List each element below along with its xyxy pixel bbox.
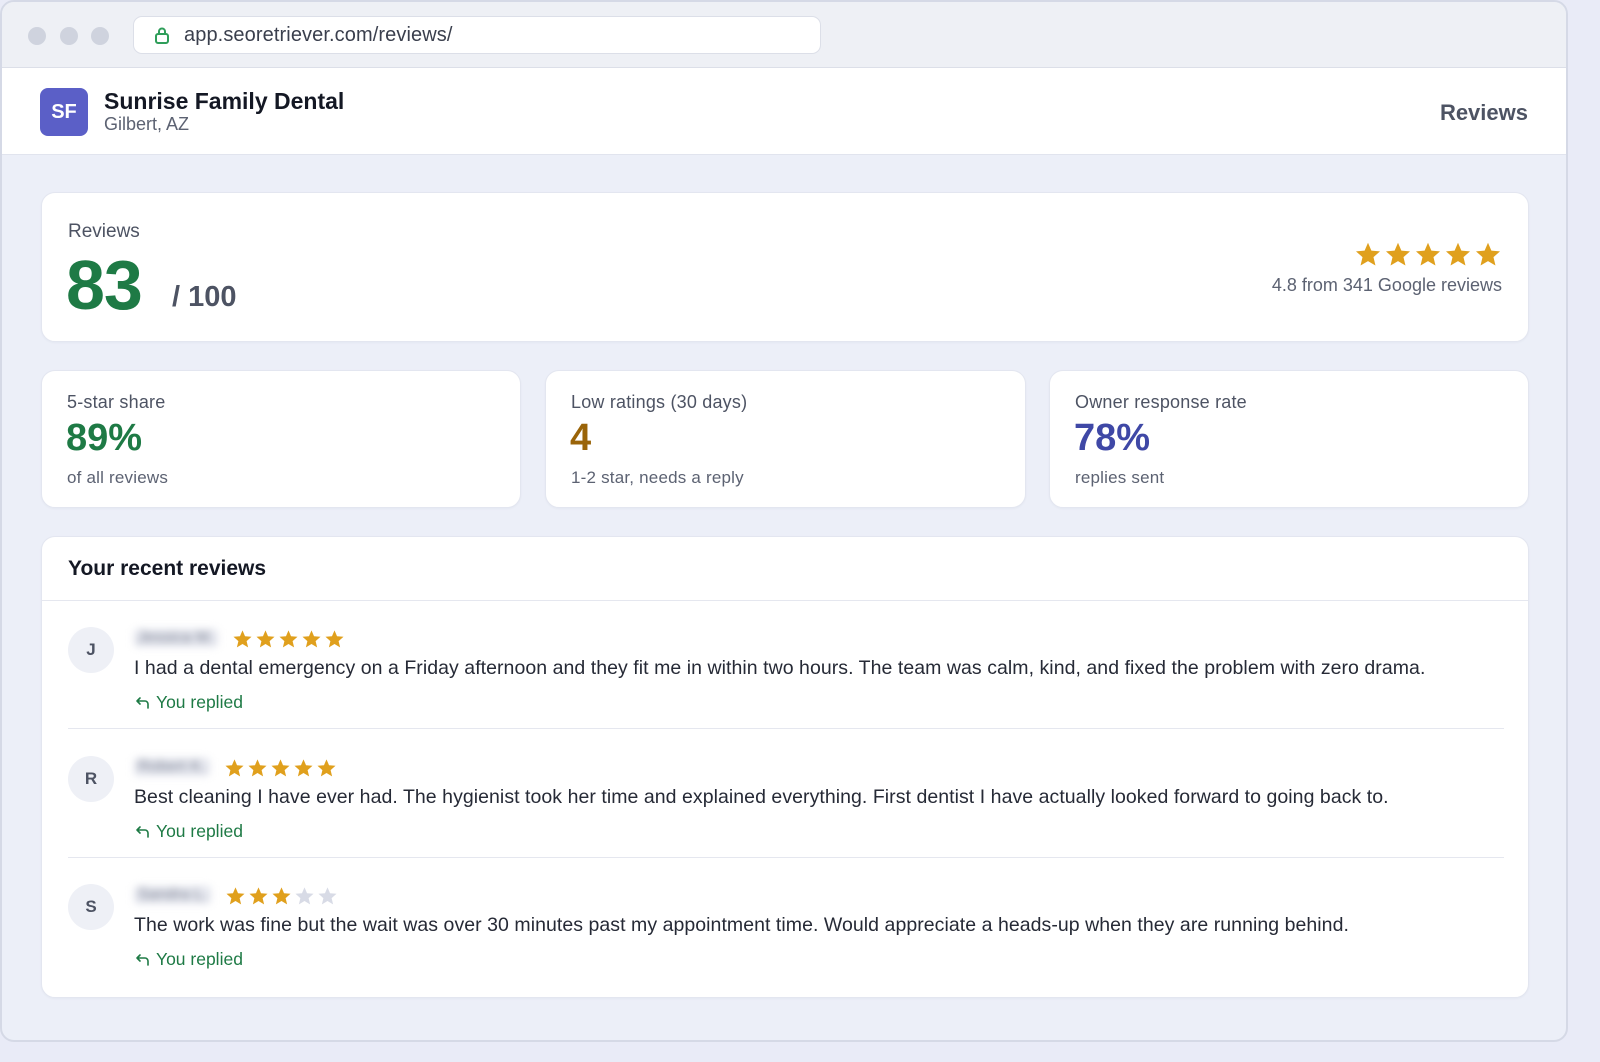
reply-status[interactable]: You replied (134, 949, 243, 970)
window-close-dot[interactable] (28, 27, 46, 45)
star-filled-icon (1385, 242, 1411, 266)
stat-sub: of all reviews (67, 468, 169, 487)
star-filled-icon (325, 630, 344, 648)
business-logo: SF (40, 88, 88, 136)
reviewer-avatar: S (68, 884, 114, 930)
score-value: 83 (66, 246, 143, 324)
star-filled-icon (272, 887, 291, 905)
star-filled-icon (249, 887, 268, 905)
reviewer-name-blurred: Sandra L. (134, 886, 212, 904)
lock-icon (155, 27, 169, 44)
star-filled-icon (225, 759, 244, 777)
rating-summary: 4.8 from 341 Google reviews (1271, 275, 1502, 295)
star-filled-icon (302, 630, 321, 648)
star-filled-icon (226, 887, 245, 905)
star-filled-icon (256, 630, 275, 648)
stat-label: 5-star share (67, 392, 166, 412)
score-out-of: / 100 (172, 281, 237, 313)
review-text: The work was fine but the wait was over … (134, 914, 1349, 936)
browser-chrome: app.seoretriever.com/reviews/ (2, 2, 1566, 68)
star-filled-icon (271, 759, 290, 777)
star-filled-icon (1475, 242, 1501, 266)
reply-status[interactable]: You replied (134, 692, 243, 713)
review-item[interactable]: R Robert K. Best cleaning I have ever ha… (68, 730, 1504, 858)
reply-status-label: You replied (156, 949, 243, 969)
star-filled-icon (1415, 242, 1441, 266)
business-name: Sunrise Family Dental (104, 88, 345, 114)
star-filled-icon (233, 630, 252, 648)
review-rating-stars (224, 758, 337, 779)
browser-window: app.seoretriever.com/reviews/ SF Sunrise… (0, 0, 1568, 1042)
stat-sub: 1-2 star, needs a reply (571, 468, 744, 487)
review-text: Best cleaning I have ever had. The hygie… (134, 786, 1389, 808)
reply-status-label: You replied (156, 821, 243, 841)
address-bar[interactable]: app.seoretriever.com/reviews/ (133, 16, 821, 54)
reply-arrow-icon (136, 953, 149, 966)
nav-reviews-link[interactable]: Reviews (1440, 100, 1528, 126)
stat-value: 78% (1074, 417, 1151, 459)
review-text: I had a dental emergency on a Friday aft… (134, 657, 1426, 679)
stat-card-low-ratings: Low ratings (30 days) 4 1-2 star, needs … (545, 370, 1026, 508)
review-item[interactable]: J Jessica M. I had a dental emergency on… (68, 601, 1504, 729)
reviewer-avatar: J (68, 627, 114, 673)
review-item[interactable]: S Sandra L. The work was fine but the wa… (68, 858, 1504, 986)
star-empty-icon (318, 887, 337, 905)
divider (68, 728, 1504, 729)
window-minimize-dot[interactable] (60, 27, 78, 45)
reply-status[interactable]: You replied (134, 821, 243, 842)
reply-arrow-icon (136, 696, 149, 709)
star-filled-icon (279, 630, 298, 648)
app-header: SF Sunrise Family Dental Gilbert, AZ Rev… (2, 68, 1566, 155)
reply-arrow-icon (136, 825, 149, 838)
star-filled-icon (294, 759, 313, 777)
window-maximize-dot[interactable] (91, 27, 109, 45)
stat-label: Low ratings (30 days) (571, 392, 748, 412)
stat-value: 4 (570, 417, 592, 459)
business-location: Gilbert, AZ (104, 114, 190, 134)
star-empty-icon (295, 887, 314, 905)
review-rating-stars (232, 629, 345, 650)
reply-status-label: You replied (156, 692, 243, 712)
reviews-score-card: Reviews 83 / 100 4.8 from 341 Google rev… (41, 192, 1529, 342)
star-filled-icon (1445, 242, 1471, 266)
star-filled-icon (248, 759, 267, 777)
reviewer-avatar: R (68, 756, 114, 802)
stat-value: 89% (66, 417, 143, 459)
recent-reviews-title: Your recent reviews (68, 557, 267, 580)
stat-card-five-star-share: 5-star share 89% of all reviews (41, 370, 521, 508)
star-filled-icon (317, 759, 336, 777)
url-text: app.seoretriever.com/reviews/ (184, 23, 453, 46)
score-label: Reviews (68, 221, 140, 242)
star-filled-icon (1355, 242, 1381, 266)
stat-label: Owner response rate (1075, 392, 1247, 412)
stat-sub: replies sent (1075, 468, 1165, 487)
overall-rating-stars (1354, 241, 1502, 269)
stat-card-owner-response-rate: Owner response rate 78% replies sent (1049, 370, 1529, 508)
review-rating-stars (225, 886, 338, 907)
reviewer-name-blurred: Jessica M. (134, 629, 218, 647)
reviewer-name-blurred: Robert K. (134, 758, 210, 776)
recent-reviews-card: Your recent reviews J Jessica M. I had a… (41, 536, 1529, 998)
